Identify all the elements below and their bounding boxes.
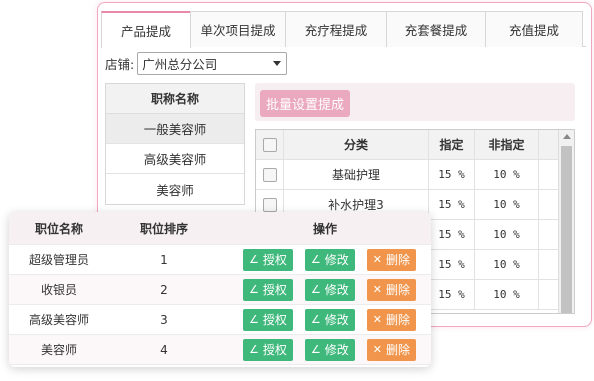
edit-button[interactable]: ∠ 修改 xyxy=(304,248,355,271)
store-selector: 店铺: 广州总分公司 xyxy=(105,52,288,75)
edit-label: 修改 xyxy=(324,283,349,297)
pencil-icon: ∠ xyxy=(249,253,259,266)
position-order-cell: 2 xyxy=(160,282,168,297)
pencil-icon: ∠ xyxy=(310,313,321,326)
authorize-button[interactable]: ∠ 授权 xyxy=(243,278,293,301)
row-checkbox[interactable] xyxy=(262,197,277,212)
tab-recharge-commission[interactable]: 充值提成 xyxy=(485,11,583,47)
store-select-value: 广州总分公司 xyxy=(142,57,218,72)
pencil-icon: ∠ xyxy=(310,343,321,356)
delete-button[interactable]: ✕ 删除 xyxy=(366,278,417,301)
column-header-unassigned: 非指定 xyxy=(475,130,539,159)
close-icon: ✕ xyxy=(372,283,382,296)
position-name-cell: 超级管理员 xyxy=(28,253,89,267)
column-header-category: 分类 xyxy=(284,130,429,159)
unassigned-rate-cell[interactable]: 10 % xyxy=(475,160,539,189)
job-title-list: 职称名称 一般美容师 高级美容师 美容师 xyxy=(105,83,245,205)
scrollbar-thumb[interactable] xyxy=(561,146,572,313)
close-icon: ✕ xyxy=(372,343,382,356)
authorize-button[interactable]: ∠ 授权 xyxy=(243,308,293,331)
table-row: 收银员 2 ∠ 授权 ∠ 修改 ✕ 删除 xyxy=(9,275,431,305)
authorize-label: 授权 xyxy=(262,253,287,267)
grid-header-row: 分类 指定 非指定 xyxy=(256,130,574,160)
store-select[interactable]: 广州总分公司 xyxy=(137,52,288,75)
authorize-label: 授权 xyxy=(262,313,287,327)
unassigned-rate-cell[interactable]: 10 % xyxy=(475,280,539,309)
row-checkbox[interactable] xyxy=(262,167,277,182)
delete-button[interactable]: ✕ 删除 xyxy=(366,248,417,271)
job-title-item[interactable]: 一般美容师 xyxy=(106,114,244,144)
close-icon: ✕ xyxy=(372,253,382,266)
column-header-position-name: 职位名称 xyxy=(34,221,83,236)
commission-tabs: 产品提成 单次项目提成 充疗程提成 充套餐提成 充值提成 xyxy=(101,11,586,48)
category-cell: 基础护理 xyxy=(284,160,429,189)
actions-cell: ∠ 授权 ∠ 修改 ✕ 删除 xyxy=(219,338,431,361)
delete-button[interactable]: ✕ 删除 xyxy=(366,308,417,331)
assigned-rate-cell[interactable]: 15 % xyxy=(429,280,475,309)
unassigned-rate-cell[interactable]: 10 % xyxy=(475,250,539,279)
position-order-cell: 4 xyxy=(160,342,168,357)
scroll-up-arrow-icon[interactable] xyxy=(563,134,571,139)
authorize-button[interactable]: ∠ 授权 xyxy=(243,338,293,361)
assigned-rate-cell[interactable]: 15 % xyxy=(429,190,475,219)
position-order-cell: 1 xyxy=(160,252,168,267)
tab-course-commission[interactable]: 充疗程提成 xyxy=(285,11,387,47)
table-row: 美容师 4 ∠ 授权 ∠ 修改 ✕ 删除 xyxy=(9,335,431,365)
close-icon: ✕ xyxy=(372,313,382,326)
job-title-item[interactable]: 美容师 xyxy=(106,174,244,204)
assigned-rate-cell[interactable]: 15 % xyxy=(429,250,475,279)
batch-set-commission-button[interactable]: 批量设置提成 xyxy=(260,90,351,117)
position-name-cell: 高级美容师 xyxy=(28,313,89,327)
row-checkbox-cell xyxy=(256,160,284,189)
tab-single-item-commission[interactable]: 单次项目提成 xyxy=(190,11,286,47)
tab-product-commission[interactable]: 产品提成 xyxy=(101,11,191,48)
pencil-icon: ∠ xyxy=(249,343,259,356)
position-table-card: 职位名称 职位排序 操作 超级管理员 1 ∠ 授权 ∠ 修改 ✕ 删除 收银员 2 ∠… xyxy=(9,212,431,367)
pencil-icon: ∠ xyxy=(249,313,259,326)
authorize-label: 授权 xyxy=(262,343,287,357)
edit-button[interactable]: ∠ 修改 xyxy=(304,338,355,361)
edit-button[interactable]: ∠ 修改 xyxy=(304,278,355,301)
actions-cell: ∠ 授权 ∠ 修改 ✕ 删除 xyxy=(219,248,431,271)
select-all-checkbox[interactable] xyxy=(262,137,277,152)
column-header-position-order: 职位排序 xyxy=(139,221,188,236)
actions-cell: ∠ 授权 ∠ 修改 ✕ 删除 xyxy=(219,278,431,301)
delete-label: 删除 xyxy=(386,343,411,357)
unassigned-rate-cell[interactable]: 10 % xyxy=(475,220,539,249)
position-name-cell: 美容师 xyxy=(40,343,77,357)
table-row: 高级美容师 3 ∠ 授权 ∠ 修改 ✕ 删除 xyxy=(9,305,431,335)
table-row: 超级管理员 1 ∠ 授权 ∠ 修改 ✕ 删除 xyxy=(9,245,431,275)
column-header-actions: 操作 xyxy=(312,221,337,236)
edit-label: 修改 xyxy=(324,253,349,267)
store-label: 店铺: xyxy=(105,57,135,72)
authorize-label: 授权 xyxy=(262,283,287,297)
actions-cell: ∠ 授权 ∠ 修改 ✕ 删除 xyxy=(219,308,431,331)
position-order-cell: 3 xyxy=(160,312,168,327)
delete-label: 删除 xyxy=(386,283,411,297)
pencil-icon: ∠ xyxy=(310,253,321,266)
grid-scrollbar[interactable] xyxy=(558,130,574,313)
pencil-icon: ∠ xyxy=(310,283,321,296)
assigned-rate-cell[interactable]: 15 % xyxy=(429,160,475,189)
job-title-item[interactable]: 高级美容师 xyxy=(106,144,244,174)
table-row: 基础护理 15 % 10 % xyxy=(256,160,574,190)
delete-button[interactable]: ✕ 删除 xyxy=(366,338,417,361)
assigned-rate-cell[interactable]: 15 % xyxy=(429,220,475,249)
delete-label: 删除 xyxy=(386,313,411,327)
job-title-header: 职称名称 xyxy=(106,84,244,114)
select-all-cell xyxy=(256,130,284,159)
column-header-assigned: 指定 xyxy=(429,130,475,159)
edit-label: 修改 xyxy=(324,343,349,357)
position-header-row: 职位名称 职位排序 操作 xyxy=(9,212,431,245)
pencil-icon: ∠ xyxy=(249,283,259,296)
tab-package-commission[interactable]: 充套餐提成 xyxy=(386,11,486,47)
authorize-button[interactable]: ∠ 授权 xyxy=(243,248,293,271)
unassigned-rate-cell[interactable]: 10 % xyxy=(475,190,539,219)
chevron-down-icon xyxy=(273,61,282,66)
delete-label: 删除 xyxy=(386,253,411,267)
grid-toolbar: 批量设置提成 xyxy=(255,83,575,121)
position-name-cell: 收银员 xyxy=(40,283,77,297)
edit-label: 修改 xyxy=(324,313,349,327)
edit-button[interactable]: ∠ 修改 xyxy=(304,308,355,331)
